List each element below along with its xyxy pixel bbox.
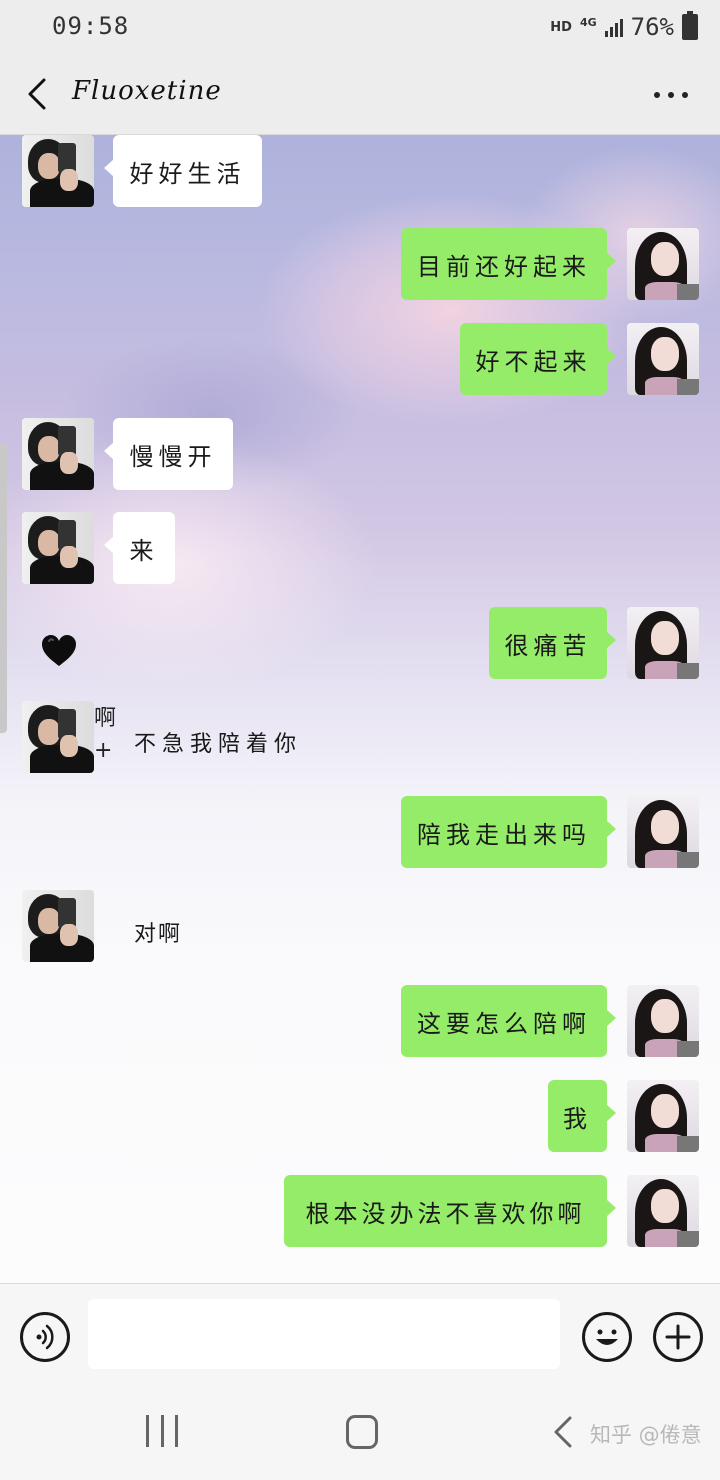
plus-circle-icon[interactable] [653,1312,703,1362]
emoji-icon[interactable] [582,1312,632,1362]
battery-icon [682,11,698,40]
signal-icon [604,17,623,37]
hd-indicator: HD [550,19,572,35]
avatar[interactable] [627,1080,699,1152]
home-icon[interactable] [346,1415,378,1449]
back-icon[interactable] [552,1415,574,1449]
chevron-left-icon[interactable] [24,76,54,112]
avatar[interactable] [22,701,94,773]
message-text-received[interactable]: 对啊 [134,916,182,948]
avatar-overlay-char: + [94,738,113,763]
message-bubble-received[interactable]: 好好生活 [104,135,262,207]
message-bubble-sent[interactable]: 陪我走出来吗 [401,796,616,868]
watermark: 知乎 @倦意 [590,1423,702,1447]
status-bar: 09:58 HD 4G 76% [0,0,720,56]
message-bubble-received[interactable]: 慢慢开 [104,418,233,490]
navigation-bar: 知乎 @倦意 [0,1385,720,1480]
message-bubble-sent[interactable]: 这要怎么陪啊 [401,985,616,1057]
battery-percent: 76% [630,13,674,41]
status-indicators: HD 4G 76% [550,11,698,42]
avatar[interactable] [627,796,699,868]
avatar[interactable] [627,985,699,1057]
chat-header: Fluoxetine [0,56,720,135]
recent-apps-icon[interactable] [146,1415,178,1447]
message-bubble-sent[interactable]: 好不起来 [460,323,616,395]
black-heart-icon[interactable] [40,633,78,669]
avatar-overlay-char: 啊 [94,706,117,731]
message-bubble-sent[interactable]: 根本没办法不喜欢你啊 [284,1175,616,1247]
chat-title: Fluoxetine [72,76,222,106]
voice-icon[interactable] [20,1312,70,1362]
avatar[interactable] [22,512,94,584]
message-input[interactable] [88,1299,560,1369]
status-time: 09:58 [52,12,130,40]
scroll-handle[interactable] [0,443,7,733]
avatar[interactable] [22,135,94,207]
chat-area[interactable]: 好好生活 目前还好起来 好不起来 慢慢开 来 很痛苦 啊 + 不急我陪着你 陪我… [0,135,720,1283]
message-bubble-sent[interactable]: 我 [548,1080,616,1152]
message-bubble-sent[interactable]: 很痛苦 [489,607,616,679]
avatar[interactable] [627,1175,699,1247]
message-input-bar [0,1283,720,1386]
avatar[interactable] [627,607,699,679]
message-text-received[interactable]: 不急我陪着你 [134,726,302,758]
avatar[interactable] [22,890,94,962]
network-type: 4G [579,16,597,29]
more-horizontal-icon[interactable] [654,90,688,100]
message-bubble-received[interactable]: 来 [104,512,175,584]
avatar[interactable] [22,418,94,490]
avatar[interactable] [627,323,699,395]
message-bubble-sent[interactable]: 目前还好起来 [401,228,616,300]
avatar[interactable] [627,228,699,300]
